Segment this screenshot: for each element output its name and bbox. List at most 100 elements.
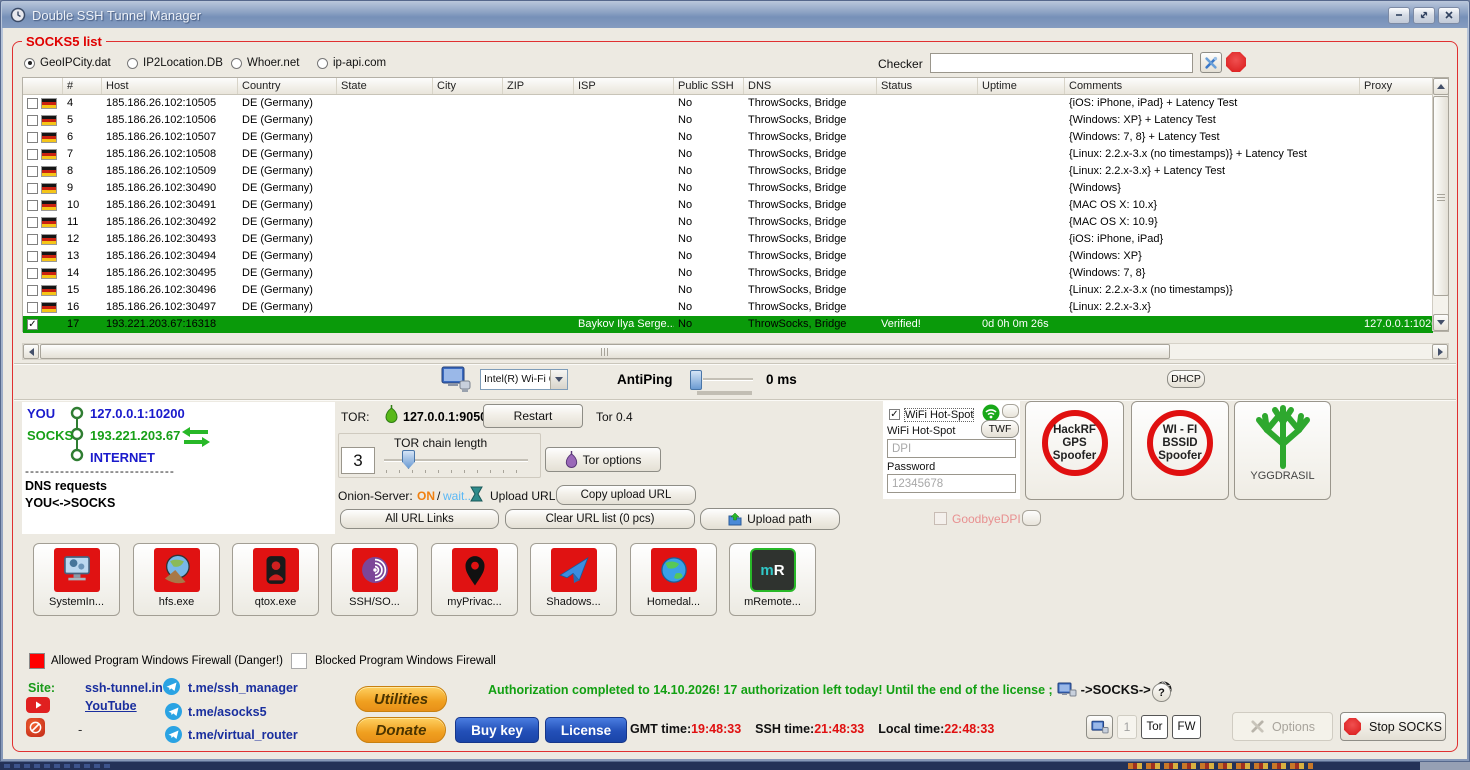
header-city[interactable]: City — [433, 78, 503, 94]
radio-icon[interactable] — [127, 58, 138, 69]
telegram-link-ssh-manager[interactable]: t.me/ssh_manager — [188, 681, 298, 695]
scroll-up-button[interactable] — [1433, 78, 1449, 95]
vertical-scroll-thumb[interactable] — [1433, 96, 1449, 296]
horizontal-scroll-thumb[interactable] — [40, 344, 1170, 359]
goodbyedpi-extra-button[interactable] — [1022, 510, 1041, 526]
all-url-links-button[interactable]: All URL Links — [340, 509, 499, 529]
options-button[interactable]: Options — [1232, 712, 1333, 741]
tor-toggle-button[interactable]: Tor — [1141, 715, 1168, 739]
table-row[interactable]: 6 185.186.26.102:10507 DE (Germany) No T… — [23, 129, 1433, 146]
utilities-button[interactable]: Utilities — [355, 686, 447, 712]
radio-icon[interactable] — [317, 58, 328, 69]
table-row[interactable]: 9 185.186.26.102:30490 DE (Germany) No T… — [23, 180, 1433, 197]
header-comments[interactable]: Comments — [1065, 78, 1360, 94]
header-zip[interactable]: ZIP — [503, 78, 574, 94]
row-checkbox[interactable]: ✓ — [27, 319, 38, 330]
password-input[interactable] — [887, 474, 1016, 493]
youtube-link[interactable]: YouTube — [85, 699, 137, 713]
goodbyedpi-checkbox[interactable] — [934, 512, 947, 525]
header-select[interactable] — [23, 78, 63, 94]
app-qtox-button[interactable]: qtox.exe — [232, 543, 319, 616]
table-row[interactable]: 4 185.186.26.102:10505 DE (Germany) No T… — [23, 95, 1433, 112]
row-checkbox[interactable] — [27, 132, 38, 143]
header-host[interactable]: Host — [102, 78, 238, 94]
table-row[interactable]: 13 185.186.26.102:30494 DE (Germany) No … — [23, 248, 1433, 265]
row-checkbox[interactable] — [27, 217, 38, 228]
site-link[interactable]: ssh-tunnel.in — [85, 681, 163, 695]
radio-whoer[interactable]: Whoer.net — [231, 57, 299, 69]
upload-path-button[interactable]: Upload path — [700, 508, 840, 530]
dropdown-button[interactable] — [550, 370, 567, 389]
table-row[interactable]: 11 185.186.26.102:30492 DE (Germany) No … — [23, 214, 1433, 231]
buy-key-button[interactable]: Buy key — [455, 717, 539, 743]
header-country[interactable]: Country — [238, 78, 337, 94]
table-row[interactable]: 15 185.186.26.102:30496 DE (Germany) No … — [23, 282, 1433, 299]
app-ssh-socks-button[interactable]: SSH/SO... — [331, 543, 418, 616]
checker-input[interactable] — [930, 53, 1193, 73]
row-checkbox[interactable] — [27, 251, 38, 262]
table-row[interactable]: 16 185.186.26.102:30497 DE (Germany) No … — [23, 299, 1433, 316]
license-button[interactable]: License — [545, 717, 627, 743]
row-checkbox[interactable] — [27, 268, 38, 279]
minimize-button[interactable] — [1388, 7, 1410, 24]
checker-tools-button[interactable] — [1200, 52, 1222, 73]
row-checkbox[interactable] — [27, 166, 38, 177]
header-public-ssh[interactable]: Public SSH — [674, 78, 744, 94]
table-row[interactable]: 5 185.186.26.102:10506 DE (Germany) No T… — [23, 112, 1433, 129]
checker-stop-icon[interactable] — [1226, 52, 1246, 72]
row-checkbox[interactable] — [27, 98, 38, 109]
header-dns[interactable]: DNS — [744, 78, 877, 94]
row-checkbox[interactable] — [27, 285, 38, 296]
table-header[interactable]: # Host Country State City ZIP ISP Public… — [23, 78, 1433, 95]
app-shadowsocks-button[interactable]: Shadows... — [530, 543, 617, 616]
telegram-link-virtual-router[interactable]: t.me/virtual_router — [188, 728, 298, 742]
yggdrasil-button[interactable]: YGGDRASIL — [1234, 401, 1331, 500]
app-hfs-button[interactable]: hfs.exe — [133, 543, 220, 616]
row-checkbox[interactable] — [27, 302, 38, 313]
twf-button[interactable]: TWF — [981, 420, 1019, 438]
table-row[interactable]: 14 185.186.26.102:30495 DE (Germany) No … — [23, 265, 1433, 282]
copy-upload-url-button[interactable]: Copy upload URL — [556, 485, 696, 505]
dhcp-button[interactable]: DHCP — [1167, 370, 1205, 388]
stop-socks-button[interactable]: Stop SOCKS — [1340, 712, 1446, 741]
tor-chain-value-input[interactable] — [341, 447, 375, 474]
header-uptime[interactable]: Uptime — [978, 78, 1065, 94]
scroll-left-button[interactable] — [23, 344, 39, 359]
header-number[interactable]: # — [63, 78, 102, 94]
row-checkbox[interactable] — [27, 234, 38, 245]
fw-toggle-button[interactable]: FW — [1172, 715, 1201, 739]
counter-button[interactable]: 1 — [1117, 715, 1137, 739]
header-status[interactable]: Status — [877, 78, 978, 94]
header-state[interactable]: State — [337, 78, 433, 94]
table-row[interactable]: 8 185.186.26.102:10509 DE (Germany) No T… — [23, 163, 1433, 180]
antiping-slider-track[interactable] — [703, 378, 753, 381]
row-checkbox[interactable] — [27, 183, 38, 194]
table-row[interactable]: 7 185.186.26.102:10508 DE (Germany) No T… — [23, 146, 1433, 163]
table-vertical-scrollbar[interactable] — [1432, 78, 1448, 331]
table-row[interactable]: ✓ 17 193.221.203.67:16318 Baykov Ilya Se… — [23, 316, 1433, 333]
radio-ip2location[interactable]: IP2Location.DB — [127, 57, 223, 69]
row-checkbox[interactable] — [27, 200, 38, 211]
youtube-icon[interactable] — [26, 697, 50, 713]
app-mremote-button[interactable]: mR mRemote... — [729, 543, 816, 616]
scroll-right-button[interactable] — [1432, 344, 1448, 359]
header-proxy[interactable]: Proxy — [1360, 78, 1433, 94]
close-button[interactable] — [1438, 7, 1460, 24]
antiping-slider-handle[interactable] — [690, 370, 702, 390]
tor-options-button[interactable]: Tor options — [545, 447, 661, 472]
virtual-router-icon[interactable] — [26, 718, 45, 737]
row-checkbox[interactable] — [27, 149, 38, 160]
tor-restart-button[interactable]: Restart — [483, 404, 583, 428]
dpi-input[interactable] — [887, 439, 1016, 458]
row-checkbox[interactable] — [27, 115, 38, 126]
telegram-link-asocks[interactable]: t.me/asocks5 — [188, 705, 267, 719]
app-systeminfo-button[interactable]: SystemIn... — [33, 543, 120, 616]
goodbyedpi-label[interactable]: GoodbyeDPI — [952, 512, 1021, 526]
wifi-hotspot-checkbox[interactable]: ✓ — [889, 409, 900, 420]
maximize-button[interactable] — [1413, 7, 1435, 24]
wifi-extra-button[interactable] — [1002, 404, 1019, 418]
hackrf-gps-spoofer-button[interactable]: HackRF GPS Spoofer — [1025, 401, 1124, 500]
help-button[interactable]: ? — [1152, 683, 1171, 702]
radio-geoipcity[interactable]: GeoIPCity.dat — [24, 57, 111, 69]
wifi-bssid-spoofer-button[interactable]: WI - FI BSSID Spoofer — [1131, 401, 1229, 500]
